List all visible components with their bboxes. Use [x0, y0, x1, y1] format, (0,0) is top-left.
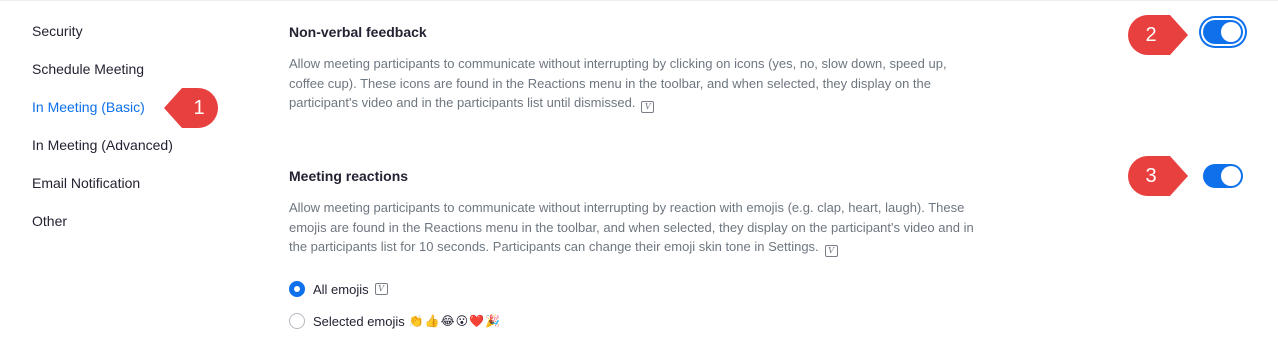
nonverbal-feedback-description-text: Allow meeting participants to communicat…: [289, 56, 947, 110]
selected-emojis-label: Selected emojis: [313, 313, 405, 329]
version-icon[interactable]: V: [824, 245, 838, 257]
settings-page: Security Schedule Meeting In Meeting (Ba…: [0, 0, 1278, 350]
callout-marker-3: 3: [1128, 156, 1188, 196]
sidebar-item-in-meeting-advanced[interactable]: In Meeting (Advanced): [32, 136, 232, 174]
nonverbal-feedback-toggle[interactable]: [1203, 20, 1243, 44]
nonverbal-feedback-title: Non-verbal feedback: [289, 24, 427, 40]
sidebar-item-email-notification[interactable]: Email Notification: [32, 174, 232, 212]
meeting-reactions-title: Meeting reactions: [289, 168, 409, 184]
meeting-reactions-description: Allow meeting participants to communicat…: [289, 198, 979, 257]
callout-marker-2: 2: [1128, 15, 1188, 55]
all-emojis-option[interactable]: All emojis V: [289, 279, 388, 299]
all-emojis-label: All emojis: [313, 281, 369, 297]
nonverbal-feedback-description: Allow meeting participants to communicat…: [289, 54, 979, 113]
all-emojis-radio[interactable]: [289, 281, 305, 297]
settings-sidebar: Security Schedule Meeting In Meeting (Ba…: [32, 22, 232, 250]
selected-emojis-radio[interactable]: [289, 313, 305, 329]
nonverbal-feedback-section: Non-verbal feedback Allow meeting partic…: [289, 23, 989, 113]
sidebar-item-other[interactable]: Other: [32, 212, 232, 250]
top-divider: [0, 0, 1278, 1]
callout-marker-1: 1: [164, 88, 224, 128]
toggle-knob: [1221, 166, 1241, 186]
selected-emojis-list: 👏👍😂😮❤️🎉: [408, 314, 502, 328]
meeting-reactions-section: Meeting reactions Allow meeting particip…: [289, 167, 989, 257]
meeting-reactions-toggle[interactable]: [1203, 164, 1243, 188]
meeting-reactions-description-text: Allow meeting participants to communicat…: [289, 200, 974, 254]
selected-emojis-option[interactable]: Selected emojis 👏👍😂😮❤️🎉: [289, 311, 501, 331]
version-icon[interactable]: V: [641, 101, 655, 113]
version-icon[interactable]: V: [374, 283, 388, 295]
sidebar-item-security[interactable]: Security: [32, 22, 232, 60]
toggle-knob: [1221, 22, 1241, 42]
